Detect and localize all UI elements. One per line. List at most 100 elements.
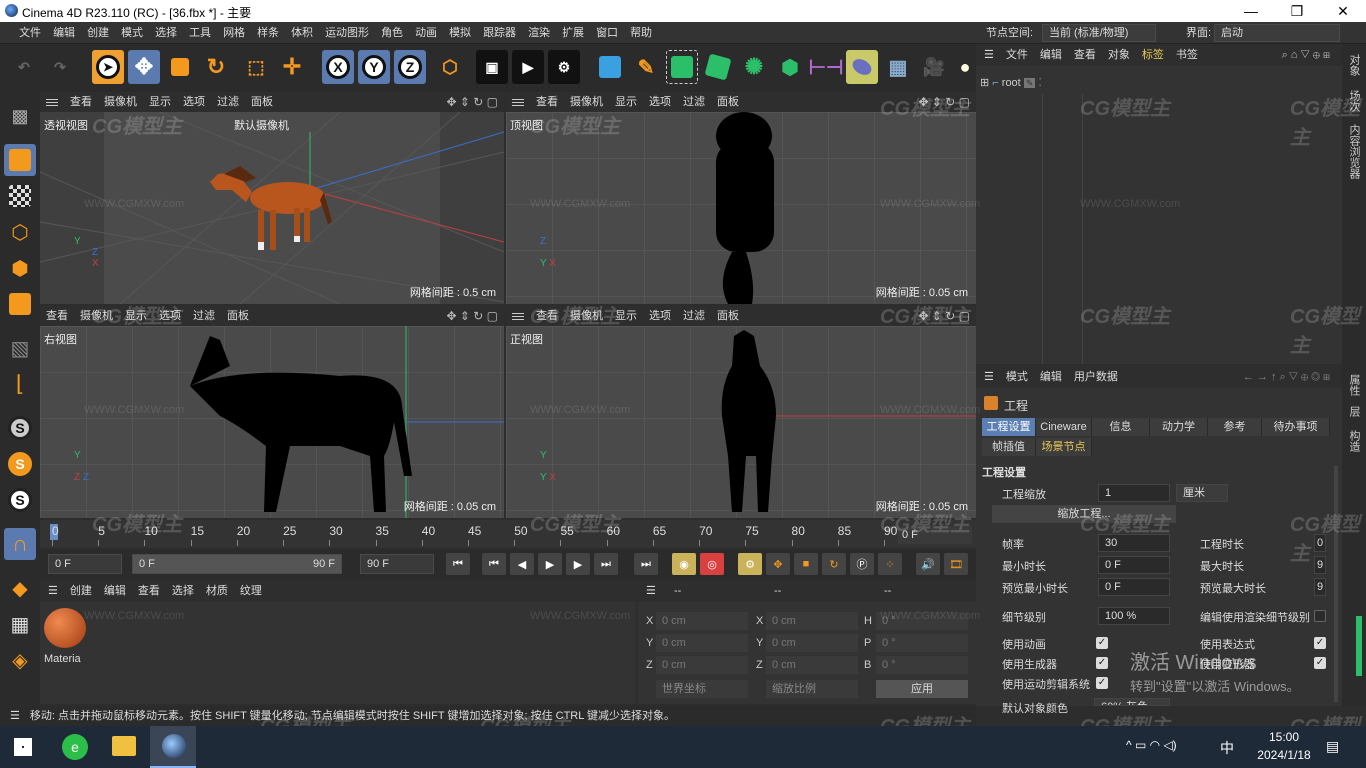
play-icon[interactable]: ▶ — [538, 553, 562, 575]
menu-tracker[interactable]: 跟踪器 — [477, 22, 522, 44]
mat-menu-material[interactable]: 材质 — [200, 580, 234, 602]
side-tab-attributes[interactable]: 属性 — [1346, 374, 1362, 396]
vp-menu-camera[interactable]: 摄像机 — [564, 306, 609, 326]
start-frame-field[interactable]: 0 F — [48, 554, 122, 574]
attr-menu-edit[interactable]: 编辑 — [1034, 366, 1068, 388]
clock-time[interactable]: 15:00 — [1254, 730, 1314, 744]
viewport-nav-icons[interactable]: ✥ ⇕ ↻ ▢ — [446, 309, 498, 323]
use-deformers-checkbox[interactable]: ✓ — [1314, 657, 1326, 669]
points-mode-icon[interactable]: ⬡ — [4, 216, 36, 248]
menu-mesh[interactable]: 网格 — [217, 22, 251, 44]
menu-mograph[interactable]: 运动图形 — [319, 22, 375, 44]
mat-menu-select[interactable]: 选择 — [166, 580, 200, 602]
go-to-end-icon[interactable]: ⏭ — [634, 553, 658, 575]
pen-spline-icon[interactable]: ✎ — [630, 50, 662, 84]
cinema4d-taskbar-button[interactable] — [150, 726, 196, 768]
vp-menu-view[interactable]: 查看 — [530, 306, 564, 326]
vp-menu-filter[interactable]: 过滤 — [187, 306, 221, 326]
vp-menu-filter[interactable]: 过滤 — [677, 92, 711, 112]
menu-render[interactable]: 渲染 — [522, 22, 556, 44]
obj-menu-tags[interactable]: 标签 — [1136, 44, 1170, 66]
tab-reference[interactable]: 参考 — [1208, 418, 1262, 436]
vp-menu-panel[interactable]: 面板 — [711, 306, 745, 326]
vp-menu-display[interactable]: 显示 — [119, 306, 153, 326]
size-z-field[interactable]: 0 cm — [766, 656, 858, 674]
vp-menu-filter[interactable]: 过滤 — [211, 92, 245, 112]
material-swatch[interactable] — [44, 608, 86, 648]
quantize-icon[interactable]: S — [4, 484, 36, 516]
prev-key-icon[interactable]: ⏮ — [482, 553, 506, 575]
undo-icon[interactable]: ↶ — [8, 50, 40, 84]
interface-select[interactable]: 启动 — [1214, 24, 1340, 42]
workplane-icon[interactable]: ◆ — [4, 572, 36, 604]
record-keys-icon[interactable]: ◉ — [672, 553, 696, 575]
world-coords-select[interactable]: 世界坐标 — [656, 680, 748, 698]
use-generators-checkbox[interactable]: ✓ — [1096, 657, 1108, 669]
rotation-b-field[interactable]: 0 ° — [876, 656, 968, 674]
ime-indicator[interactable]: 中 — [1220, 738, 1234, 758]
vp-menu-panel[interactable]: 面板 — [245, 92, 279, 112]
file-explorer-icon[interactable] — [112, 736, 136, 756]
default-color-select[interactable]: 60% 灰色 — [1094, 698, 1170, 706]
vp-menu-display[interactable]: 显示 — [143, 92, 177, 112]
key-rotation-icon[interactable]: ↻ — [822, 553, 846, 575]
vp-menu-camera[interactable]: 摄像机 — [74, 306, 119, 326]
side-tab-content-browser[interactable]: 内容浏览器 — [1346, 124, 1362, 179]
frame-range-slider[interactable]: 0 F 90 F — [132, 554, 342, 574]
model-mode-icon[interactable] — [4, 144, 36, 176]
extrude-icon[interactable] — [702, 50, 734, 84]
position-y-field[interactable]: 0 cm — [656, 634, 748, 652]
menu-extensions[interactable]: 扩展 — [556, 22, 590, 44]
lod-field[interactable]: 100 % — [1098, 607, 1170, 625]
scale-project-button[interactable]: 缩放工程... — [992, 505, 1176, 523]
display-tag-icon[interactable]: ✎ — [1023, 78, 1036, 88]
make-editable-icon[interactable]: ▩ — [4, 100, 36, 132]
vp-menu-panel[interactable]: 面板 — [711, 92, 745, 112]
film-icon[interactable]: 🎞 — [944, 553, 968, 575]
transform-icon[interactable]: ✛ — [276, 50, 308, 84]
uv-mode-icon[interactable]: ▧ — [4, 332, 36, 364]
viewport-right[interactable]: 查看 摄像机 显示 选项 过滤 面板 ✥ ⇕ ↻ ▢ 右视图 YZ Z 网格间距 : 0.… — [40, 306, 504, 518]
hamburger-icon[interactable] — [512, 97, 524, 108]
hamburger-icon[interactable]: ☰ — [40, 580, 64, 602]
obj-menu-view[interactable]: 查看 — [1068, 44, 1102, 66]
tab-cineware[interactable]: Cineware — [1036, 418, 1092, 436]
size-y-field[interactable]: 0 cm — [766, 634, 858, 652]
vp-menu-camera[interactable]: 摄像机 — [98, 92, 143, 112]
viewport-nav-icons[interactable]: ✥ ⇕ ↻ ▢ — [446, 95, 498, 109]
obj-menu-bookmarks[interactable]: 书签 — [1170, 44, 1204, 66]
start-menu-icon[interactable] — [14, 738, 32, 756]
rotate-tool-icon[interactable]: ↻ — [200, 50, 232, 84]
maximize-button[interactable]: ❐ — [1274, 0, 1320, 22]
rotation-p-field[interactable]: 0 ° — [876, 634, 968, 652]
axis-mode-icon[interactable]: ⌊ — [4, 368, 36, 400]
snap-icon[interactable]: S — [4, 412, 36, 444]
position-z-field[interactable]: 0 cm — [656, 656, 748, 674]
locked-workplane-icon[interactable]: ▦ — [4, 608, 36, 640]
vp-menu-options[interactable]: 选项 — [643, 92, 677, 112]
menu-simulate[interactable]: 模拟 — [443, 22, 477, 44]
key-scale-icon[interactable]: ■ — [794, 553, 818, 575]
vp-menu-panel[interactable]: 面板 — [221, 306, 255, 326]
preview-max-field[interactable]: 9 — [1314, 578, 1326, 596]
menu-window[interactable]: 窗口 — [590, 22, 624, 44]
material-name[interactable]: Materia — [44, 653, 81, 665]
node-space-select[interactable]: 当前 (标准/物理) — [1042, 24, 1156, 42]
subdivision-icon[interactable] — [666, 50, 698, 84]
texture-mode-icon[interactable] — [4, 180, 36, 212]
scale-tool-icon[interactable] — [164, 50, 196, 84]
autokey-icon[interactable]: ◎ — [700, 553, 724, 575]
polygons-mode-icon[interactable] — [4, 288, 36, 320]
project-scale-unit-select[interactable]: 厘米 — [1176, 484, 1228, 502]
go-to-start-icon[interactable]: ⏮ — [446, 553, 470, 575]
magnet-icon[interactable]: ∩ — [4, 528, 36, 560]
vp-menu-filter[interactable]: 过滤 — [677, 306, 711, 326]
use-expressions-checkbox[interactable]: ✓ — [1314, 637, 1326, 649]
cube-object-icon[interactable] — [594, 50, 626, 84]
next-key-icon[interactable]: ⏭ — [594, 553, 618, 575]
menu-character[interactable]: 角色 — [375, 22, 409, 44]
viewport-front[interactable]: 查看 摄像机 显示 选项 过滤 面板 ✥ ⇕ ↻ ▢ 正视图 YY X 网格间距 : 0.… — [506, 306, 976, 518]
mat-menu-create[interactable]: 创建 — [64, 580, 98, 602]
scale-mode-select[interactable]: 缩放比例 — [766, 680, 858, 698]
vp-menu-display[interactable]: 显示 — [609, 92, 643, 112]
